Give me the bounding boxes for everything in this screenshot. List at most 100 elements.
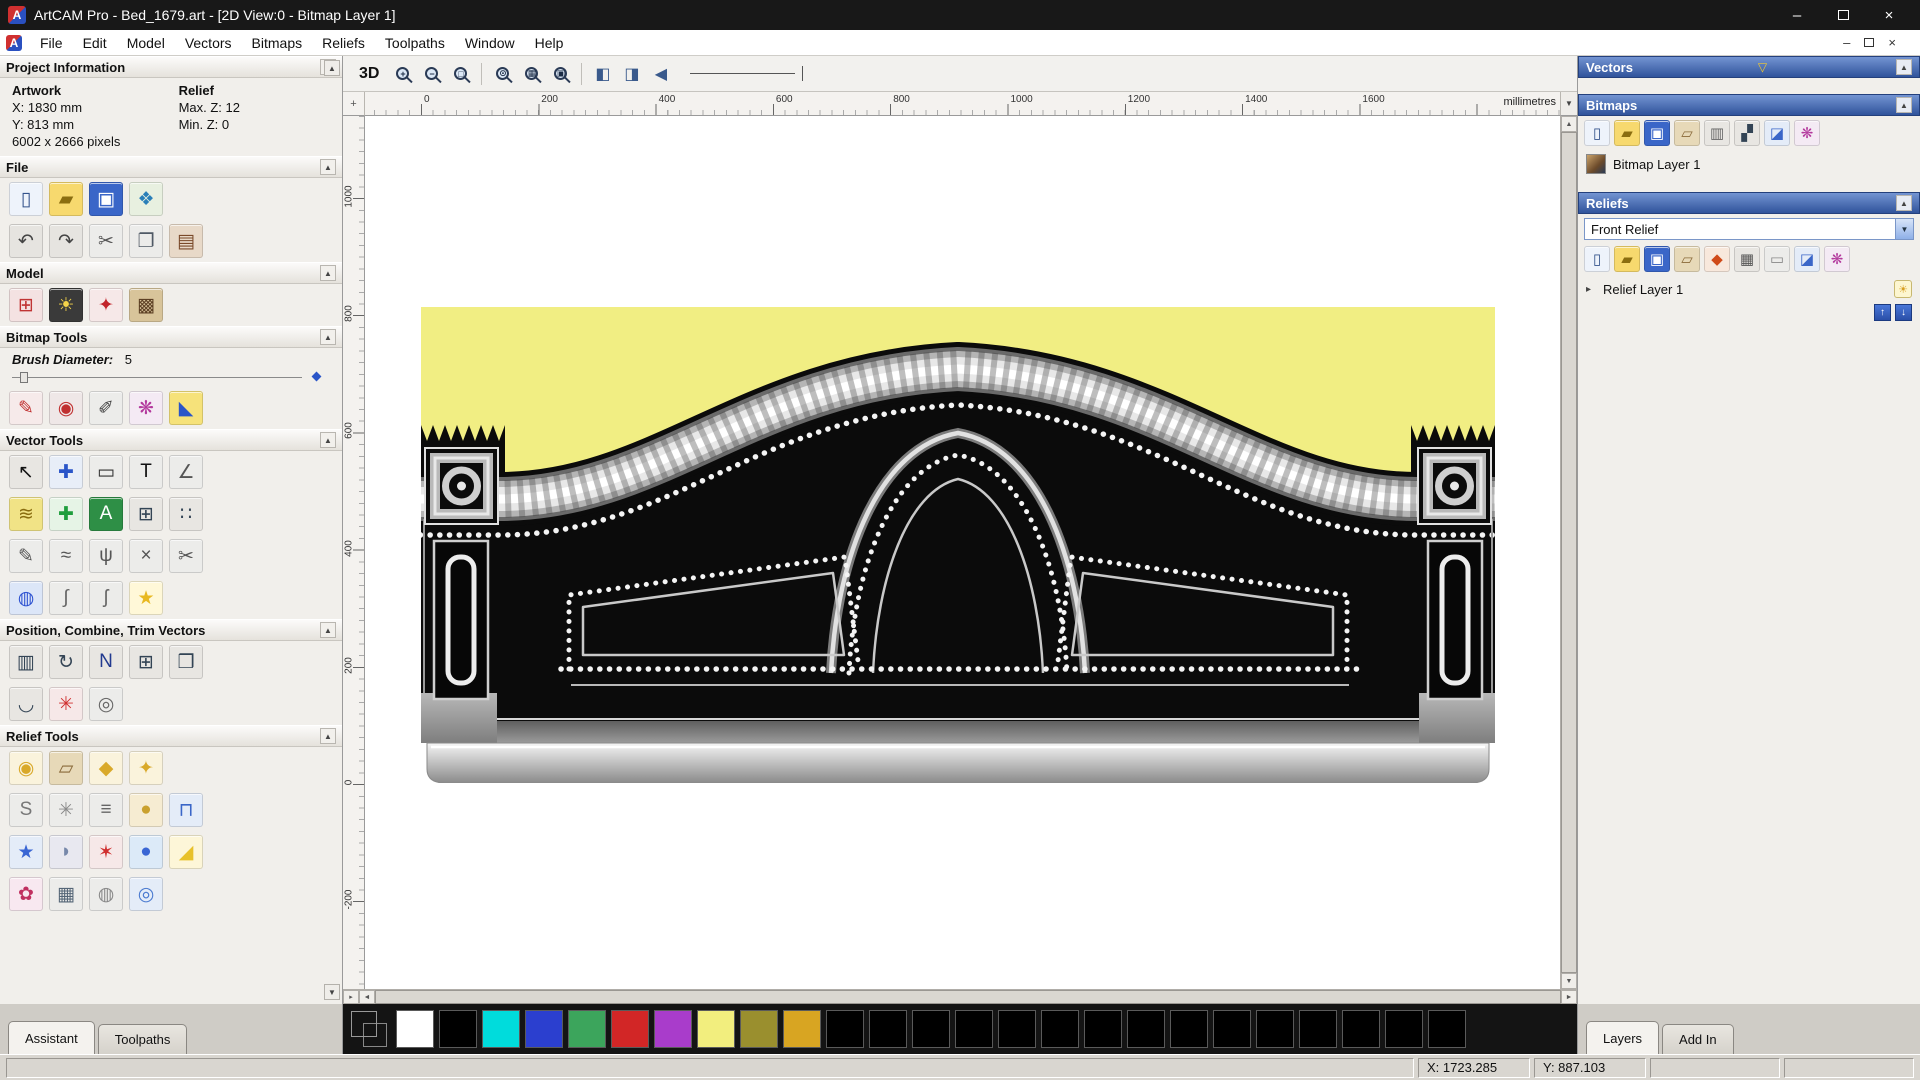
cut-icon[interactable]: ✂: [89, 224, 123, 258]
palette-swatch[interactable]: [396, 1010, 434, 1048]
canvas-2d-view[interactable]: [365, 116, 1560, 989]
relief-envelope-icon[interactable]: ✦: [89, 288, 123, 322]
palette-swatch[interactable]: [1127, 1010, 1165, 1048]
undo-icon[interactable]: ↶: [9, 224, 43, 258]
zoom-1to1-button[interactable]: ⊙: [489, 61, 516, 87]
star-wizard-icon[interactable]: ★: [9, 835, 43, 869]
section-header-file[interactable]: File ▲: [0, 156, 342, 178]
weld-vectors-icon[interactable]: ✳: [49, 687, 83, 721]
menu-item-model[interactable]: Model: [117, 32, 175, 54]
snap-toggle-button[interactable]: ◧: [589, 61, 616, 87]
save-bitmap-icon[interactable]: ▣: [1644, 120, 1670, 146]
section-header-project-information[interactable]: Project Information ▲: [0, 56, 342, 78]
close-button[interactable]: ×: [1866, 0, 1912, 30]
zoom-in-button[interactable]: +: [389, 61, 416, 87]
zoom-page-button[interactable]: ▣: [547, 61, 574, 87]
collapse-icon[interactable]: ▲: [320, 622, 336, 638]
create-curve-icon[interactable]: ∫: [49, 581, 83, 615]
ruler-units-dropdown[interactable]: ▼: [1560, 92, 1577, 116]
bitmaps-section-header[interactable]: Bitmaps ▲: [1578, 94, 1920, 116]
greyscale-model-icon[interactable]: ▩: [129, 288, 163, 322]
paint-icon[interactable]: ✎: [9, 391, 43, 425]
tab-layers[interactable]: Layers: [1586, 1021, 1660, 1054]
palette-swatch[interactable]: [869, 1010, 907, 1048]
text-block-icon[interactable]: A: [89, 497, 123, 531]
copy-icon[interactable]: ❐: [129, 224, 163, 258]
collapse-icon[interactable]: ▲: [320, 728, 336, 744]
trim-vectors-icon[interactable]: ✂: [169, 539, 203, 573]
vertical-scrollbar[interactable]: ▲ ▼: [1560, 116, 1577, 989]
new-model-icon[interactable]: ▯: [9, 182, 43, 216]
fit-vectors-icon[interactable]: ≋: [9, 497, 43, 531]
menu-item-vectors[interactable]: Vectors: [175, 32, 242, 54]
maximize-button[interactable]: [1820, 0, 1866, 30]
menu-item-toolpaths[interactable]: Toolpaths: [375, 32, 455, 54]
relief-set-dropdown[interactable]: Front Relief ▼: [1584, 218, 1914, 240]
primary-secondary-colour-indicator[interactable]: [351, 1011, 387, 1047]
set-model-size-icon[interactable]: ⊞: [9, 288, 43, 322]
collapse-icon[interactable]: ▲: [320, 329, 336, 345]
dynamic-sculpt-icon[interactable]: ⊓: [169, 793, 203, 827]
palette-swatch[interactable]: [1256, 1010, 1294, 1048]
paste-relief-icon[interactable]: ▱: [1674, 246, 1700, 272]
slider-handle[interactable]: [20, 372, 28, 383]
guides-toggle-button[interactable]: ◨: [618, 61, 645, 87]
palette-swatch[interactable]: [697, 1010, 735, 1048]
mirror-vectors-icon[interactable]: ◡: [9, 687, 43, 721]
panel-scroll-down-button[interactable]: ▼: [324, 984, 340, 1000]
new-relief-icon[interactable]: ▯: [1584, 246, 1610, 272]
turn-icon[interactable]: ✦: [129, 751, 163, 785]
transform-vectors-icon[interactable]: ✚: [49, 455, 83, 489]
snap-grid-icon[interactable]: ⊞: [129, 497, 163, 531]
collapse-icon[interactable]: ▲: [1896, 97, 1912, 113]
zoom-out-button[interactable]: −: [418, 61, 445, 87]
distort-vectors-icon[interactable]: ʃ: [89, 581, 123, 615]
save-model-icon[interactable]: ▣: [89, 182, 123, 216]
palette-swatch[interactable]: [1170, 1010, 1208, 1048]
section-header-model[interactable]: Model ▲: [0, 262, 342, 284]
isolate-relief-icon[interactable]: ✿: [9, 877, 43, 911]
palette-swatch[interactable]: [1385, 1010, 1423, 1048]
adjust-lighting-icon[interactable]: ☀: [49, 288, 83, 322]
brush-diameter-slider[interactable]: [12, 369, 330, 385]
palette-swatch[interactable]: [568, 1010, 606, 1048]
pan-mode-icon[interactable]: ▸: [343, 990, 359, 1004]
section-header-vector-tools[interactable]: Vector Tools ▲: [0, 429, 342, 451]
create-rectangle-icon[interactable]: ▭: [89, 455, 123, 489]
delete-bitmap-icon[interactable]: ◪: [1764, 120, 1790, 146]
face-wizard-icon[interactable]: ◍: [89, 877, 123, 911]
palette-swatch[interactable]: [826, 1010, 864, 1048]
palette-swatch[interactable]: [783, 1010, 821, 1048]
collapse-icon[interactable]: ▲: [320, 265, 336, 281]
colour-picker-icon[interactable]: ✐: [89, 391, 123, 425]
open-bitmap-icon[interactable]: ▰: [1614, 120, 1640, 146]
greyscale-bitmap-icon[interactable]: ▥: [1704, 120, 1730, 146]
reset-relief-icon[interactable]: ▭: [1764, 246, 1790, 272]
reliefs-section-header[interactable]: Reliefs ▲: [1578, 192, 1920, 214]
extrude-icon[interactable]: ▱: [49, 751, 83, 785]
palette-swatch[interactable]: [998, 1010, 1036, 1048]
align-vectors-icon[interactable]: ▥: [9, 645, 43, 679]
weave-wizard-icon[interactable]: ✳: [49, 793, 83, 827]
scroll-down-icon[interactable]: ▼: [1561, 973, 1577, 989]
minimize-button[interactable]: –: [1774, 0, 1820, 30]
section-header-relief-tools[interactable]: Relief Tools ▲: [0, 725, 342, 747]
palette-swatch[interactable]: [1213, 1010, 1251, 1048]
section-header-position-vectors[interactable]: Position, Combine, Trim Vectors ▲: [0, 619, 342, 641]
vectors-section-header[interactable]: Vectors ▽ ▲: [1578, 56, 1920, 78]
menu-item-window[interactable]: Window: [455, 32, 525, 54]
select-vectors-icon[interactable]: ↖: [9, 455, 43, 489]
open-relief-icon[interactable]: ▰: [1614, 246, 1640, 272]
horizontal-scroll-thumb[interactable]: [375, 990, 1561, 1004]
collapse-icon[interactable]: ▲: [1896, 195, 1912, 211]
collapse-icon[interactable]: ▲: [1896, 59, 1912, 75]
create-circle-icon[interactable]: ◍: [9, 581, 43, 615]
collapse-icon[interactable]: ▲: [320, 159, 336, 175]
expand-icon[interactable]: ▸: [1586, 284, 1596, 295]
menu-item-bitmaps[interactable]: Bitmaps: [242, 32, 313, 54]
create-star-icon[interactable]: ★: [129, 581, 163, 615]
measure-icon[interactable]: ∠: [169, 455, 203, 489]
palette-icon[interactable]: ❋: [129, 391, 163, 425]
zoom-box-button[interactable]: □: [447, 61, 474, 87]
palette-swatch[interactable]: [912, 1010, 950, 1048]
